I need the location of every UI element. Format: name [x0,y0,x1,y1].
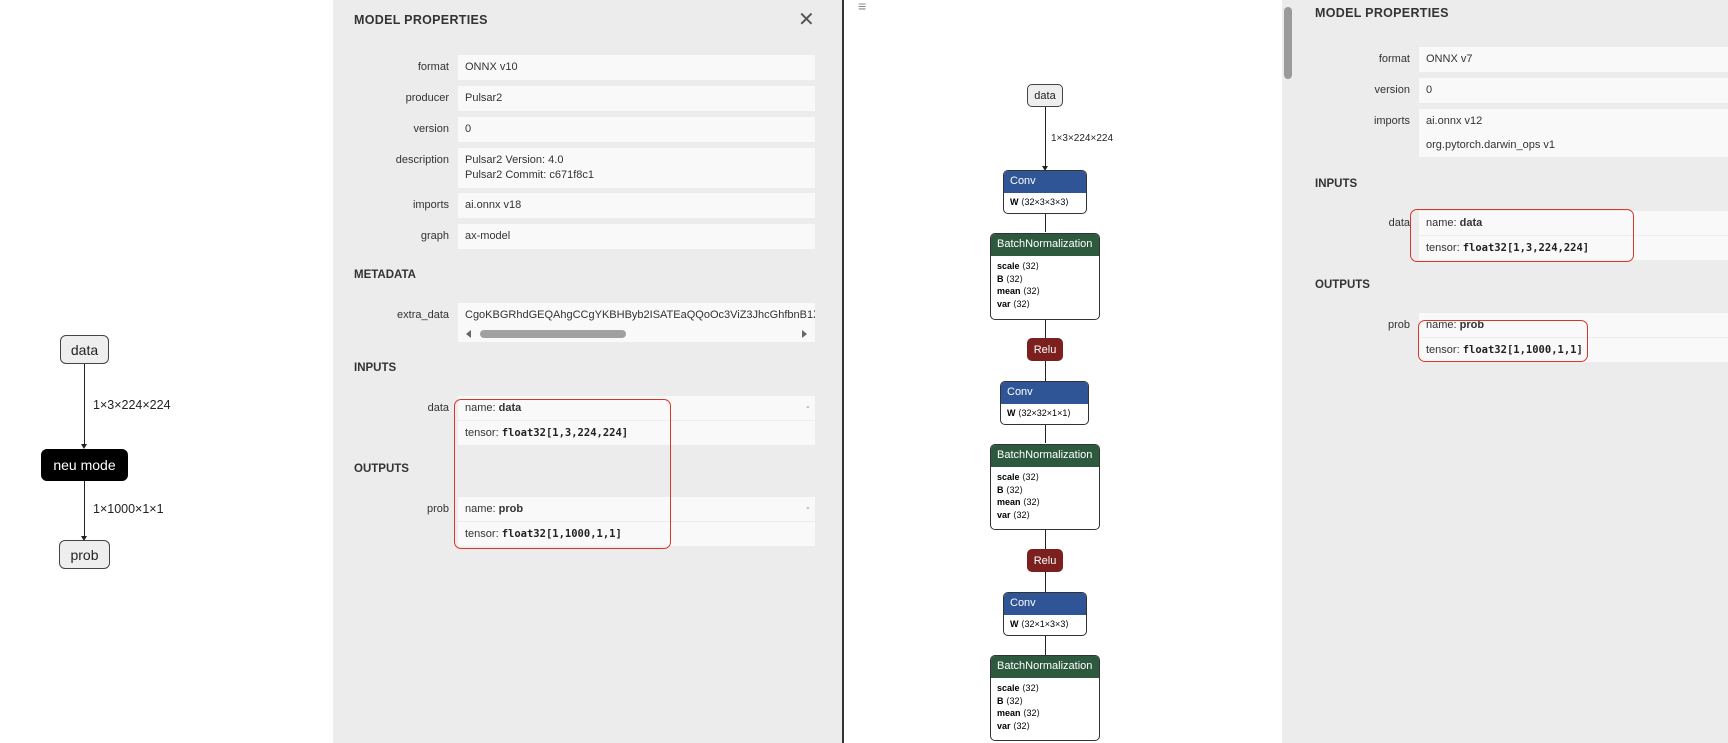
version-label: version [1374,84,1410,96]
collapse-dash-icon[interactable]: - [806,502,810,514]
imports-value-2: org.pytorch.darwin_ops v1 [1419,133,1728,157]
conv-title: Conv [1004,171,1086,193]
output-prob-label: prob [426,503,449,515]
description-label: description [395,154,449,166]
vertical-scrollbar[interactable] [1282,0,1294,743]
edge-label-input: 1×3×224×224 [1051,133,1114,144]
outputs-section-title: OUTPUTS [1315,279,1370,291]
graph-edge [1045,425,1046,443]
conv-weight: W ⟨32×32×1×1⟩ [1007,408,1071,418]
version-label: version [413,123,449,135]
batchnorm-title: BatchNormalization [991,656,1099,678]
graph-edge [1045,320,1046,338]
relu-node[interactable]: Relu [1027,549,1063,572]
edge-label-output: 1×1000×1×1 [93,502,164,516]
description-line-2: Pulsar2 Commit: c671f8c1 [465,169,594,181]
bn-mean: mean ⟨32⟩ [997,708,1041,719]
description-value: Pulsar2 Version: 4.0 Pulsar2 Commit: c67… [458,148,815,188]
highlight-box [1418,320,1588,362]
imports-value-1: ai.onnx v12 [1419,109,1728,133]
imports-label: imports [1373,115,1410,127]
conv-node[interactable]: Conv W ⟨32×3×3×3⟩ [1003,170,1087,214]
extra-data-label: extra_data [397,309,449,321]
output-prob-label: prob [1387,319,1410,331]
version-value: 0 [458,117,815,142]
batchnorm-node[interactable]: BatchNormalization scale ⟨32⟩ B ⟨32⟩ mea… [990,233,1100,320]
graph-edge [84,364,85,444]
model-properties-panel: MODEL PROPERTIES ✕ format ONNX v10 produ… [333,0,842,743]
menu-icon[interactable]: ≡ [858,0,866,14]
bn-bias: B ⟨32⟩ [997,484,1024,495]
input-data-label: data [1388,217,1410,229]
format-label: format [1378,53,1410,65]
batchnorm-node[interactable]: BatchNormalization scale ⟨32⟩ B ⟨32⟩ mea… [990,444,1100,530]
producer-value: Pulsar2 [458,86,815,111]
inputs-section-title: INPUTS [1315,178,1358,190]
conv-title: Conv [1004,593,1086,615]
version-value: 0 [1419,78,1728,103]
graph-edge [1045,361,1046,381]
scrollbar-thumb[interactable] [1284,7,1292,79]
graph-edge [1045,636,1046,655]
scrollbar-thumb[interactable] [480,330,626,338]
graph-label: graph [420,230,449,242]
batchnorm-node[interactable]: BatchNormalization scale ⟨32⟩ B ⟨32⟩ mea… [990,655,1100,741]
graph-edge [1045,214,1046,232]
relu-node[interactable]: Relu [1027,338,1063,361]
graph-value: ax-model [458,224,815,249]
conv-weight: W ⟨32×3×3×3⟩ [1010,197,1069,207]
bn-var: var ⟨32⟩ [997,721,1031,732]
imports-label: imports [412,199,449,211]
format-label: format [417,61,449,73]
metadata-section-title: METADATA [354,269,416,281]
model-properties-panel-2: MODEL PROPERTIES format ONNX v7 version … [1294,0,1728,743]
scroll-left-icon[interactable] [466,330,471,338]
bn-scale: scale ⟨32⟩ [997,472,1040,482]
graph-edge [1045,107,1046,167]
window-divider [842,0,844,743]
imports-value: ai.onnx v18 [458,193,815,218]
bn-bias: B ⟨32⟩ [997,695,1024,706]
input-data-label: data [427,402,449,414]
batchnorm-title: BatchNormalization [991,445,1099,467]
bn-var: var ⟨32⟩ [997,510,1031,521]
graph-node-data[interactable]: data [1027,84,1063,107]
highlight-box [454,399,671,549]
graph-node-data[interactable]: data [60,335,109,364]
batchnorm-title: BatchNormalization [991,234,1099,256]
graph-edge [1045,572,1046,592]
highlight-box [1410,209,1634,262]
bn-bias: B ⟨32⟩ [997,273,1024,284]
graph-node-prob[interactable]: prob [59,540,110,569]
graph-edge [84,481,85,536]
bn-mean: mean ⟨32⟩ [997,286,1041,297]
horizontal-scrollbar[interactable] [458,327,815,341]
inputs-section-title: INPUTS [354,362,397,374]
producer-label: producer [405,92,449,104]
conv-node[interactable]: Conv W ⟨32×1×3×3⟩ [1003,592,1087,636]
bn-var: var ⟨32⟩ [997,299,1031,310]
scroll-right-icon[interactable] [802,330,807,338]
panel-title: MODEL PROPERTIES [1315,6,1449,20]
description-line-1: Pulsar2 Version: 4.0 [465,154,564,166]
graph-edge [1045,530,1046,549]
conv-title: Conv [1001,382,1088,404]
collapse-dash-icon[interactable]: - [806,401,810,413]
panel-title: MODEL PROPERTIES [354,13,488,27]
graph-node-neu-mode[interactable]: neu mode [41,449,128,481]
conv-weight: W ⟨32×1×3×3⟩ [1010,619,1069,629]
bn-scale: scale ⟨32⟩ [997,261,1040,271]
conv-node[interactable]: Conv W ⟨32×32×1×1⟩ [1000,381,1089,425]
format-value: ONNX v7 [1419,47,1728,72]
bn-mean: mean ⟨32⟩ [997,497,1041,508]
bn-scale: scale ⟨32⟩ [997,683,1040,693]
format-value: ONNX v10 [458,55,815,80]
extra-data-text: CgoKBGRhdGEQAhgCCgYKBHByb2ISATEaQQoOc3Vi… [465,309,815,321]
close-icon[interactable]: ✕ [798,7,815,32]
outputs-section-title: OUTPUTS [354,463,409,475]
edge-label-input: 1×3×224×224 [93,398,171,412]
